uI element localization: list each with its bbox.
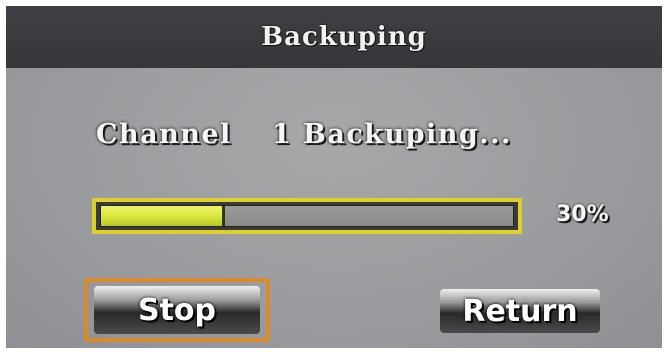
backup-status-message: 1 Backuping... <box>271 118 512 150</box>
channel-label: Channel <box>96 118 232 150</box>
backup-dialog: Backuping Channel 1 Backuping... 30% Sto… <box>6 6 662 348</box>
backup-progress-bar <box>92 198 522 234</box>
progress-percent-text: 30% <box>556 202 609 227</box>
return-button[interactable]: Return <box>440 289 600 333</box>
status-line: Channel 1 Backuping... <box>96 112 512 156</box>
screen: Backuping Channel 1 Backuping... 30% Sto… <box>0 0 668 352</box>
stop-button[interactable]: Stop <box>94 286 260 334</box>
progress-fill <box>101 206 225 226</box>
dialog-title: Backuping <box>261 22 427 52</box>
progress-track-inner <box>100 205 514 227</box>
stop-button-focus-frame: Stop <box>84 278 270 342</box>
dialog-title-bar: Backuping <box>6 6 662 68</box>
